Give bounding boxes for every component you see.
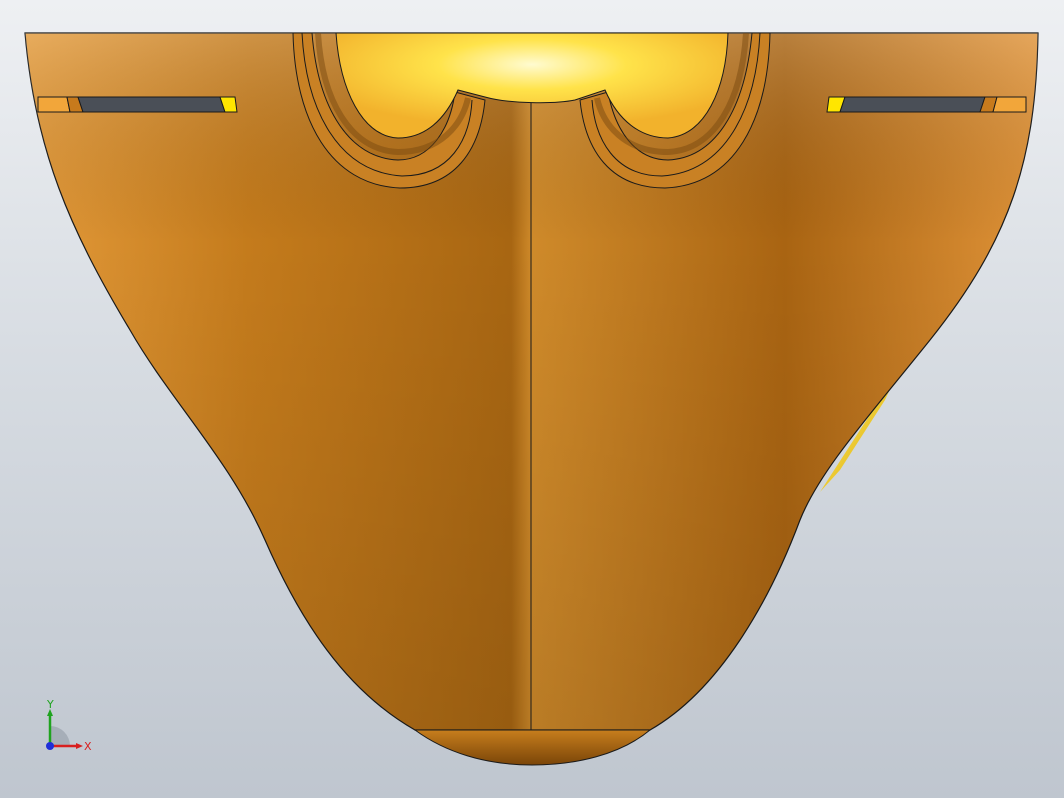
coordinate-triad: Y X — [46, 700, 92, 753]
mask-chin — [413, 729, 652, 766]
z-axis-dot — [46, 742, 54, 750]
left-vent-slot — [37, 96, 238, 113]
x-axis-label: X — [84, 740, 92, 753]
y-axis-label: Y — [46, 700, 54, 711]
model-part[interactable] — [0, 0, 1064, 798]
graphics-viewport[interactable]: Y X — [0, 0, 1064, 798]
right-vent-slot — [826, 96, 1027, 113]
